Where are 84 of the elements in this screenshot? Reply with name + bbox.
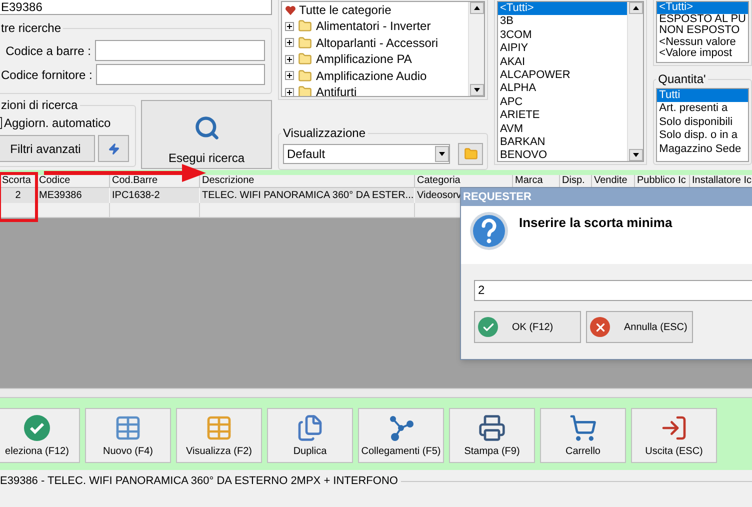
list-item[interactable]: Solo disponibili — [657, 116, 748, 130]
toolbar-button[interactable]: Uscita (ESC) — [631, 408, 717, 463]
highlight-rectangle — [0, 172, 38, 222]
list-item[interactable]: ESPOSTO AL PU — [657, 14, 748, 25]
folder-icon — [298, 85, 312, 96]
search-button[interactable]: Esegui ricerca — [141, 100, 272, 169]
view-dropdown[interactable]: Default — [283, 144, 450, 164]
scroll-up-icon[interactable] — [628, 2, 643, 14]
list-item[interactable]: BARKAN — [498, 136, 628, 150]
question-icon — [469, 211, 509, 251]
field-label: Codice a barre : — [6, 42, 91, 60]
list-item[interactable]: BENOVO — [498, 149, 628, 161]
folder-icon — [464, 147, 478, 161]
toolbar-button[interactable]: Collegamenti (F5) — [358, 408, 444, 463]
scroll-down-icon[interactable] — [470, 84, 484, 96]
list-item[interactable]: AVM — [498, 122, 628, 136]
tree-item[interactable]: Amplificazione Audio — [316, 66, 427, 85]
status-text: E39386 - TELEC. WIFI PANORAMICA 360° DA ESTERNO 2MPX + INTERFONO — [0, 474, 398, 489]
expander-icon[interactable] — [285, 38, 294, 48]
tree-item[interactable]: Tutte le categorie — [299, 2, 392, 19]
group-title: Quantita' — [656, 71, 708, 87]
nodes-icon — [387, 414, 415, 442]
list-item[interactable]: Magazzino Sede — [657, 142, 748, 156]
printer-icon — [478, 414, 506, 442]
check-circle-icon — [23, 414, 51, 442]
lightning-button[interactable] — [98, 135, 129, 162]
toolbar-button[interactable]: eleziona (F12) — [0, 408, 80, 463]
checkbox-label: Aggiorn. automatico — [4, 115, 111, 132]
search-icon — [194, 115, 220, 141]
code-field[interactable]: E39386 — [0, 0, 272, 15]
toolbar-button[interactable]: Duplica — [267, 408, 353, 463]
folder-icon — [298, 19, 312, 34]
field-label: Codice fornitore : — [1, 66, 92, 84]
folder-icon — [298, 36, 312, 50]
input-field[interactable] — [96, 64, 265, 85]
list-item[interactable]: <Tutti> — [657, 2, 748, 14]
scrollbar[interactable] — [468, 2, 484, 96]
tree-item[interactable]: Antifurti — [316, 83, 357, 96]
cancel-button[interactable]: Annulla (ESC) — [586, 311, 693, 343]
list-item[interactable]: <Nessun valore — [657, 36, 748, 48]
list-item[interactable]: 3B — [498, 15, 628, 29]
list-item[interactable]: APC — [498, 96, 628, 110]
list-item[interactable]: ARIETE — [498, 109, 628, 123]
tree-item[interactable]: Alimentatori - Inverter — [316, 17, 431, 36]
close-icon — [590, 317, 610, 337]
toolbar-button[interactable]: Stampa (F9) — [449, 408, 535, 463]
toolbar-button[interactable]: Nuovo (F4) — [85, 408, 171, 463]
expander-icon[interactable] — [285, 71, 294, 80]
tree-item[interactable]: Amplificazione PA — [316, 50, 412, 68]
toolbar-button[interactable]: Visualizza (F2) — [176, 408, 262, 463]
list-item[interactable]: ALCAPOWER — [498, 68, 628, 82]
check-icon — [478, 317, 498, 337]
scrollbar[interactable] — [627, 2, 644, 161]
expander-icon[interactable] — [285, 88, 294, 96]
expander-icon[interactable] — [285, 54, 294, 64]
input-field[interactable]: 2 — [474, 280, 752, 301]
list-item[interactable]: Art. presenti a — [657, 102, 748, 116]
list-item[interactable]: AKAI — [498, 56, 628, 69]
list-item[interactable]: <Valore impost — [657, 48, 748, 60]
list-item[interactable]: AIPIY — [498, 42, 628, 56]
documents-icon — [296, 414, 324, 442]
input-field[interactable] — [95, 40, 265, 61]
tree-item[interactable]: Altoparlanti - Accessori — [316, 34, 438, 52]
list-item[interactable]: 3COM — [498, 28, 628, 42]
scroll-down-icon[interactable] — [628, 149, 643, 161]
table-icon — [114, 414, 142, 442]
list-item[interactable]: ALPHA — [498, 82, 628, 96]
toolbar-button[interactable]: Carrello — [540, 408, 626, 463]
ok-button[interactable]: OK (F12) — [474, 311, 581, 343]
list-item[interactable]: <Tutti> — [498, 2, 628, 16]
lightning-icon — [108, 142, 120, 154]
folder-icon — [298, 68, 312, 83]
dialog-title: REQUESTER — [461, 188, 752, 206]
dialog-message: Inserire la scorta minima — [519, 214, 672, 232]
expander-icon[interactable] — [285, 22, 294, 31]
list-item[interactable]: NON ESPOSTO — [657, 25, 748, 36]
list-item[interactable]: Solo disp. o in a — [657, 129, 748, 143]
folder-icon — [298, 52, 312, 66]
advanced-filters-button[interactable]: Filtri avanzati — [0, 135, 95, 162]
list-item[interactable]: Tutti — [657, 89, 748, 102]
table-icon — [205, 414, 233, 442]
scroll-up-icon[interactable] — [470, 2, 484, 14]
heart-icon — [285, 4, 296, 16]
cart-icon — [569, 414, 597, 442]
